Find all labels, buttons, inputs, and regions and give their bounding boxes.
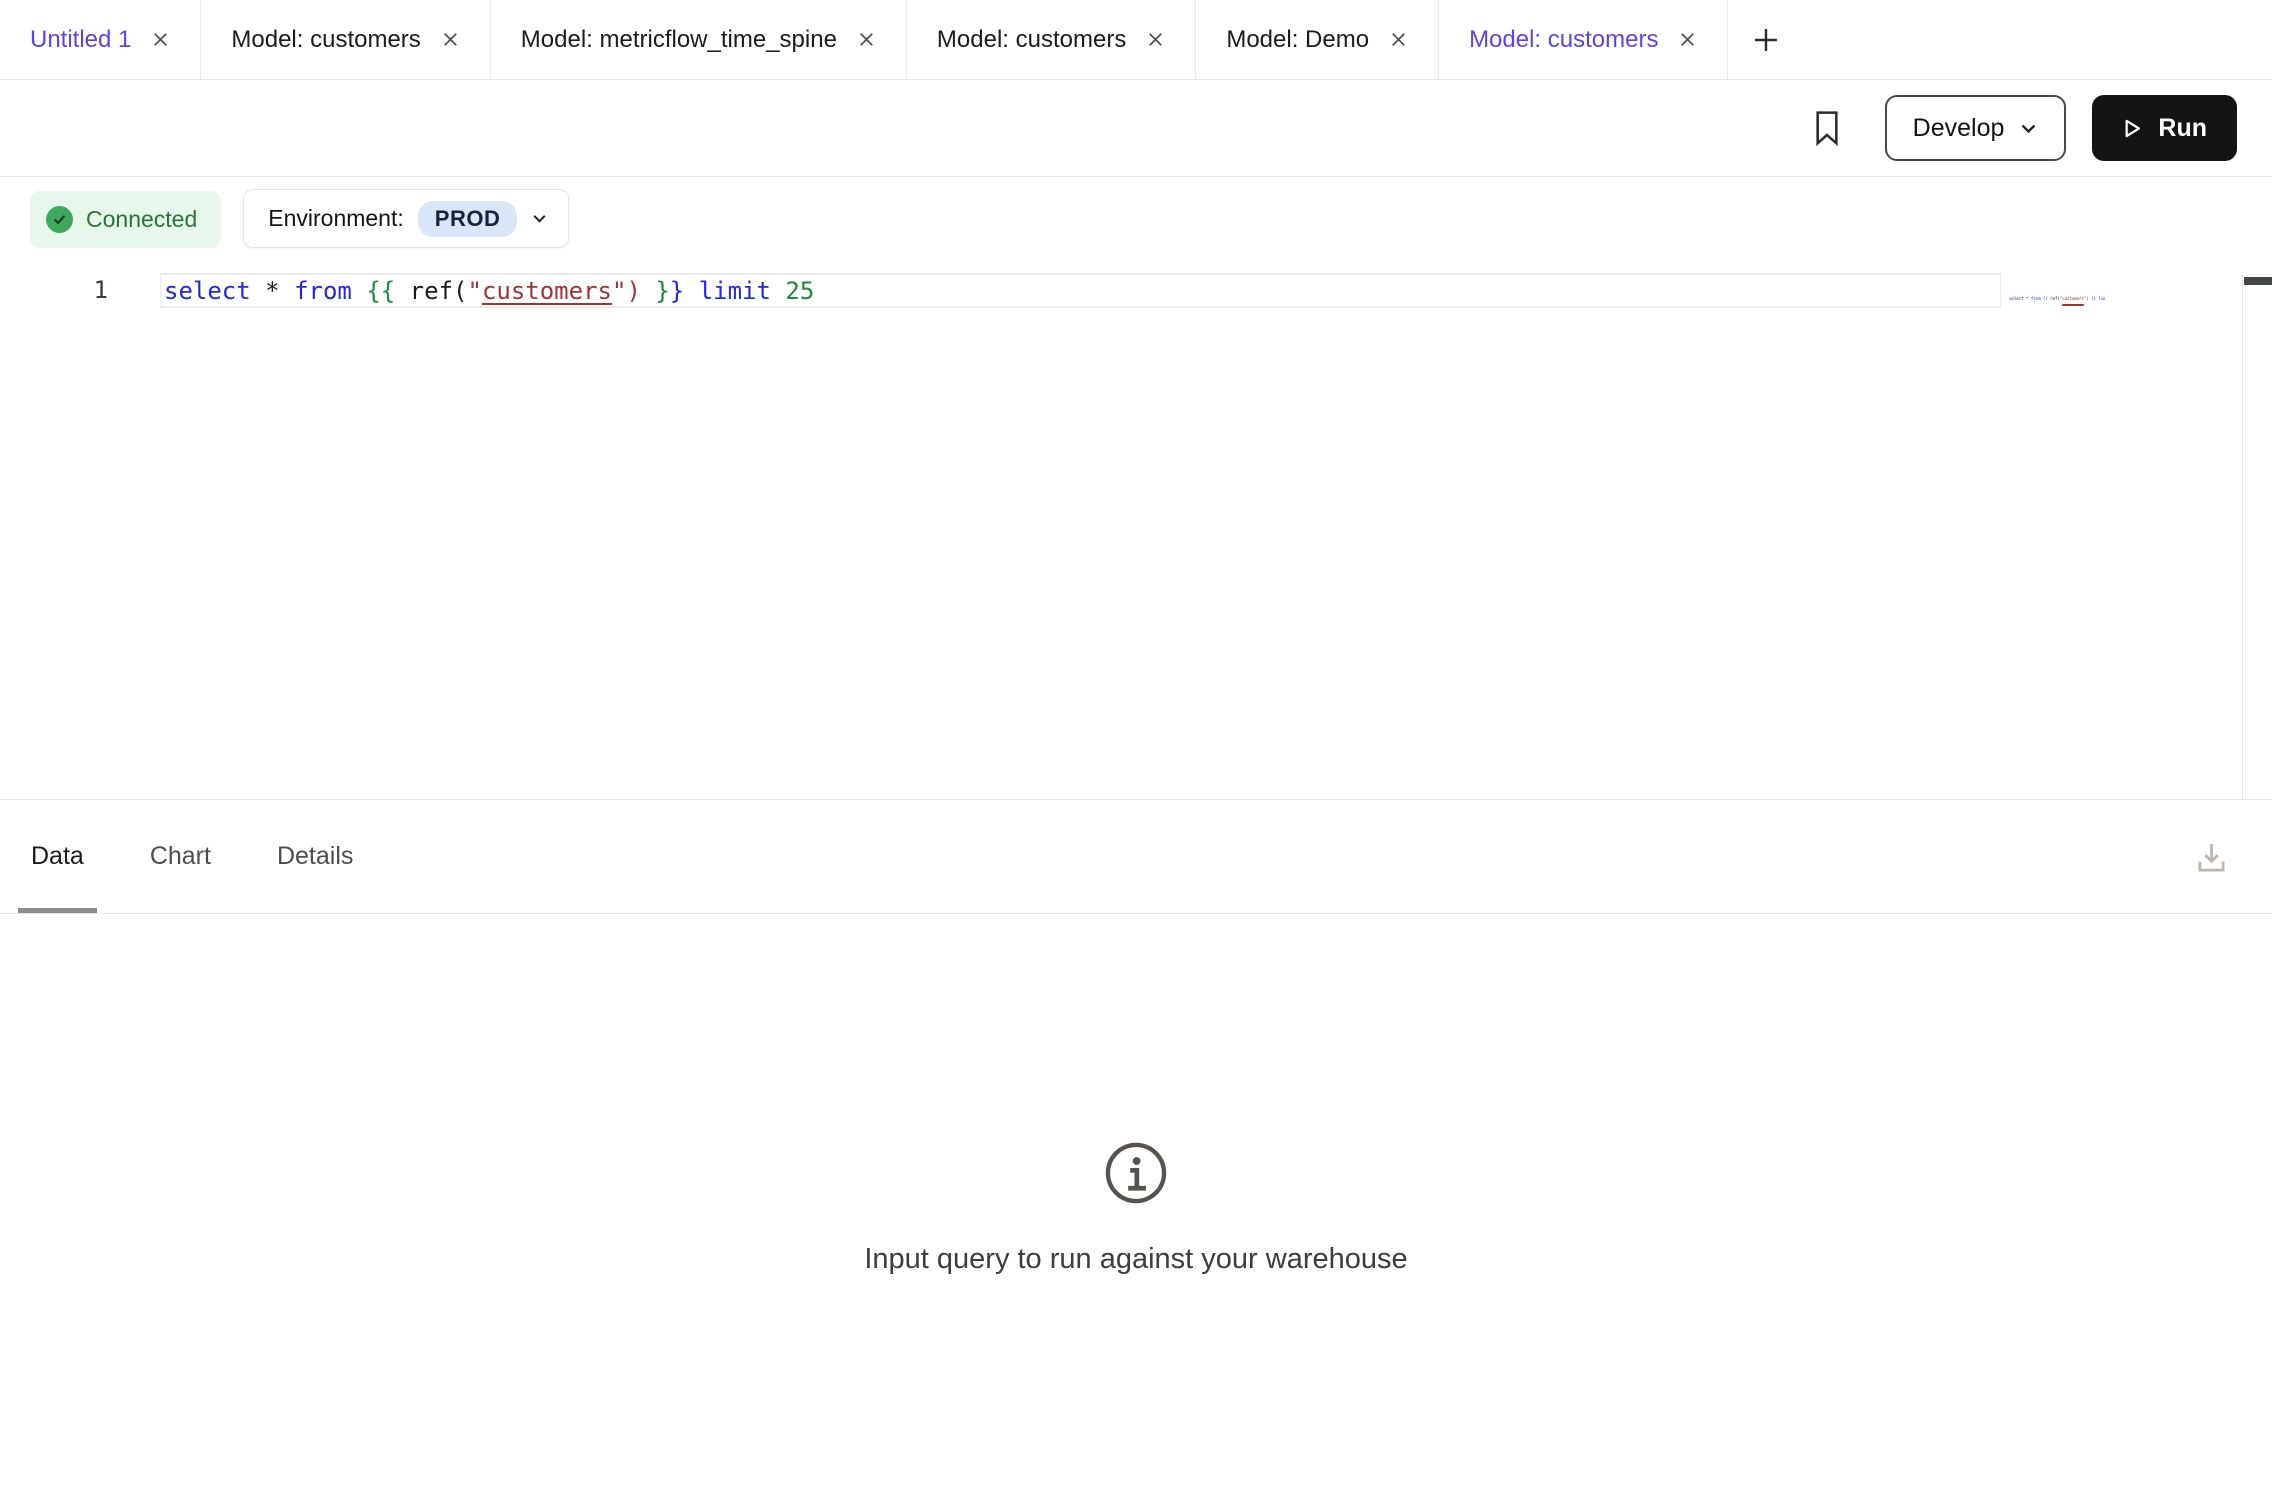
- editor-line-number: 1: [0, 273, 160, 308]
- tab-label: Untitled 1: [30, 26, 131, 54]
- chevron-down-icon: [531, 210, 548, 227]
- results-tabs: Data Chart Details: [31, 800, 419, 913]
- code-token: limit: [699, 277, 771, 305]
- tab-close-icon[interactable]: [855, 28, 878, 51]
- code-token: ref: [410, 277, 453, 305]
- chevron-down-icon: [2019, 119, 2038, 138]
- code-token: from: [294, 277, 352, 305]
- code-token: 25: [785, 277, 814, 305]
- results-tab-details[interactable]: Details: [277, 800, 353, 913]
- tab-close-icon[interactable]: [1676, 28, 1699, 51]
- environment-selector[interactable]: Environment: PROD: [243, 189, 569, 248]
- tab-label: Model: customers: [231, 26, 420, 54]
- code-token: [641, 277, 655, 305]
- develop-button-label: Develop: [1913, 114, 2005, 143]
- editor-right-divider: [2242, 275, 2243, 799]
- code-token: from: [2031, 297, 2041, 302]
- results-tab-label: Details: [277, 842, 353, 871]
- code-token: {{: [366, 277, 395, 305]
- environment-value-badge: PROD: [418, 201, 518, 237]
- code-token: customers: [2062, 297, 2084, 302]
- code-token: select: [164, 277, 251, 305]
- run-button-label: Run: [2158, 114, 2207, 143]
- tab-label: Model: customers: [1469, 26, 1658, 54]
- code-token: limit: [2098, 297, 2105, 302]
- editor-tab[interactable]: Model: customers: [201, 0, 490, 79]
- empty-state-message: Input query to run against your warehous…: [864, 1243, 1407, 1276]
- bookmark-button[interactable]: [1807, 105, 1847, 151]
- tab-bar: Untitled 1 Model: customers Model: metricf…: [0, 0, 2272, 80]
- code-token: select: [2009, 297, 2023, 302]
- connected-status-badge: Connected: [30, 191, 221, 248]
- code-line-row: 1 select * from {{ ref("customers") }} l…: [0, 273, 2272, 308]
- editor-minimap[interactable]: select * from {{ ref("customers") }} lim…: [2009, 293, 2105, 307]
- tab-label: Model: customers: [937, 26, 1126, 54]
- info-icon: [1103, 1140, 1169, 1206]
- tab-label: Model: Demo: [1226, 26, 1369, 54]
- download-button[interactable]: [2193, 838, 2230, 875]
- editor-tab[interactable]: Untitled 1: [0, 0, 201, 79]
- develop-button[interactable]: Develop: [1885, 95, 2067, 161]
- code-token: *: [265, 277, 279, 305]
- editor-scrollbar-thumb[interactable]: [2244, 277, 2272, 285]
- ide-window: Untitled 1 Model: customers Model: metricf…: [0, 0, 2272, 1486]
- code-token: ": [612, 277, 626, 305]
- check-icon: [46, 206, 73, 233]
- active-tab-underline: [18, 908, 97, 913]
- play-icon: [2122, 118, 2143, 139]
- code-line[interactable]: select * from {{ ref("customers") }} lim…: [160, 273, 2001, 308]
- status-row: Connected Environment: PROD: [0, 177, 2272, 248]
- results-tab-data[interactable]: Data: [31, 800, 84, 913]
- results-tab-label: Data: [31, 842, 84, 871]
- results-tab-chart[interactable]: Chart: [150, 800, 211, 913]
- code-token: ": [467, 277, 481, 305]
- code-token: }: [655, 277, 669, 305]
- code-token: [280, 277, 294, 305]
- results-empty-state: Input query to run against your warehous…: [0, 914, 2272, 1486]
- editor-tab[interactable]: Model: metricflow_time_spine: [491, 0, 907, 79]
- code-token: customers: [482, 277, 612, 305]
- editor-tabs: Untitled 1 Model: customers Model: metricf…: [0, 0, 1728, 79]
- code-token: (: [453, 277, 467, 305]
- code-token: ): [626, 277, 640, 305]
- editor-tab[interactable]: Model: customers: [1439, 0, 1728, 79]
- code-token: }: [670, 277, 684, 305]
- code-token: [684, 277, 698, 305]
- tab-close-icon[interactable]: [1144, 28, 1167, 51]
- run-button[interactable]: Run: [2092, 95, 2237, 161]
- tab-label: Model: metricflow_time_spine: [521, 26, 837, 54]
- tab-close-icon[interactable]: [149, 28, 172, 51]
- editor-tab[interactable]: Model: customers: [907, 0, 1196, 79]
- results-tab-label: Chart: [150, 842, 211, 871]
- bookmark-icon: [1811, 109, 1843, 147]
- tab-close-icon[interactable]: [439, 28, 462, 51]
- code-token: [352, 277, 366, 305]
- connected-status-label: Connected: [86, 206, 197, 233]
- results-panel-tabs: Data Chart Details: [0, 799, 2272, 914]
- editor-tab[interactable]: Model: Demo: [1196, 0, 1439, 79]
- new-tab-button[interactable]: [1728, 0, 1804, 79]
- code-token: [771, 277, 785, 305]
- code-token: [251, 277, 265, 305]
- tab-close-icon[interactable]: [1387, 28, 1410, 51]
- code-token: {{: [2043, 297, 2048, 302]
- code-token: [395, 277, 409, 305]
- plus-icon: [1750, 24, 1782, 56]
- sql-editor[interactable]: 1 select * from {{ ref("customers") }} l…: [0, 273, 2272, 799]
- download-icon: [2193, 838, 2230, 875]
- toolbar: Develop Run: [0, 80, 2272, 177]
- environment-label: Environment:: [268, 205, 404, 232]
